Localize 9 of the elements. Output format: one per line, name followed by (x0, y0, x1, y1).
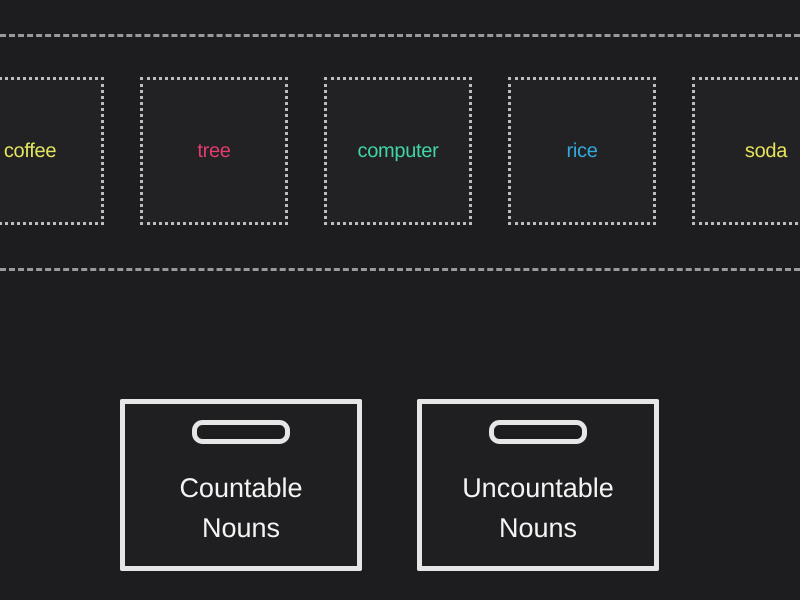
word-card[interactable]: tree (140, 77, 288, 225)
bin-label: Uncountable Nouns (461, 472, 615, 545)
word-card[interactable]: computer (324, 77, 472, 225)
word-card[interactable]: coffee (0, 77, 104, 225)
handle-slot-icon (489, 420, 587, 444)
handle-slot-icon (192, 420, 290, 444)
bin-label: Countable Nouns (178, 472, 304, 545)
word-card[interactable]: rice (508, 77, 656, 225)
word-card[interactable]: soda (692, 77, 800, 225)
